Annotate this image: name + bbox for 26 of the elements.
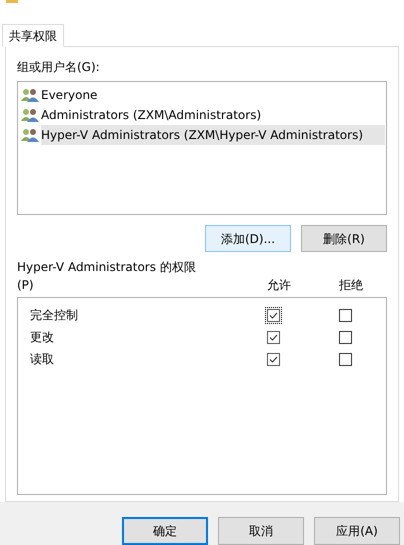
- dialog-button[interactable]: 应用(A): [314, 517, 400, 545]
- permissions-label: Hyper-V Administrators 的权限: [17, 259, 197, 276]
- permission-name: 更改: [29, 329, 55, 346]
- users-icon: [21, 128, 39, 142]
- column-header: 允许: [266, 277, 292, 294]
- checkbox[interactable]: [266, 352, 280, 366]
- checkbox[interactable]: [338, 352, 352, 366]
- dialog-button[interactable]: 删除(R): [301, 225, 387, 252]
- group-item[interactable]: Everyone: [41, 85, 385, 105]
- group-item[interactable]: Administrators (ZXM\Administrators): [41, 105, 385, 125]
- group-label: 组或用户名(G):: [17, 59, 101, 75]
- users-icon: [21, 108, 39, 122]
- dialog-button[interactable]: 确定: [122, 517, 208, 545]
- users-icon: [21, 88, 39, 102]
- column-header: 拒绝: [338, 277, 364, 294]
- permissions-label: (P): [17, 277, 35, 294]
- group-list[interactable]: Everyone Administrators (ZXM\Administrators) Hyper-V Administrators (ZXM\Hyper-V Administrators): [17, 81, 387, 215]
- permission-name: 完全控制: [29, 307, 79, 324]
- dialog-button[interactable]: 添加(D)...: [205, 225, 291, 252]
- dialog-button[interactable]: 取消: [218, 517, 304, 545]
- checkbox[interactable]: [338, 308, 352, 322]
- tab[interactable]: 共享权限: [2, 24, 64, 47]
- checkbox[interactable]: [266, 330, 280, 344]
- group-item[interactable]: Hyper-V Administrators (ZXM\Hyper-V Administrators): [41, 125, 385, 145]
- permission-name: 读取: [29, 351, 55, 368]
- checkbox[interactable]: [338, 330, 352, 344]
